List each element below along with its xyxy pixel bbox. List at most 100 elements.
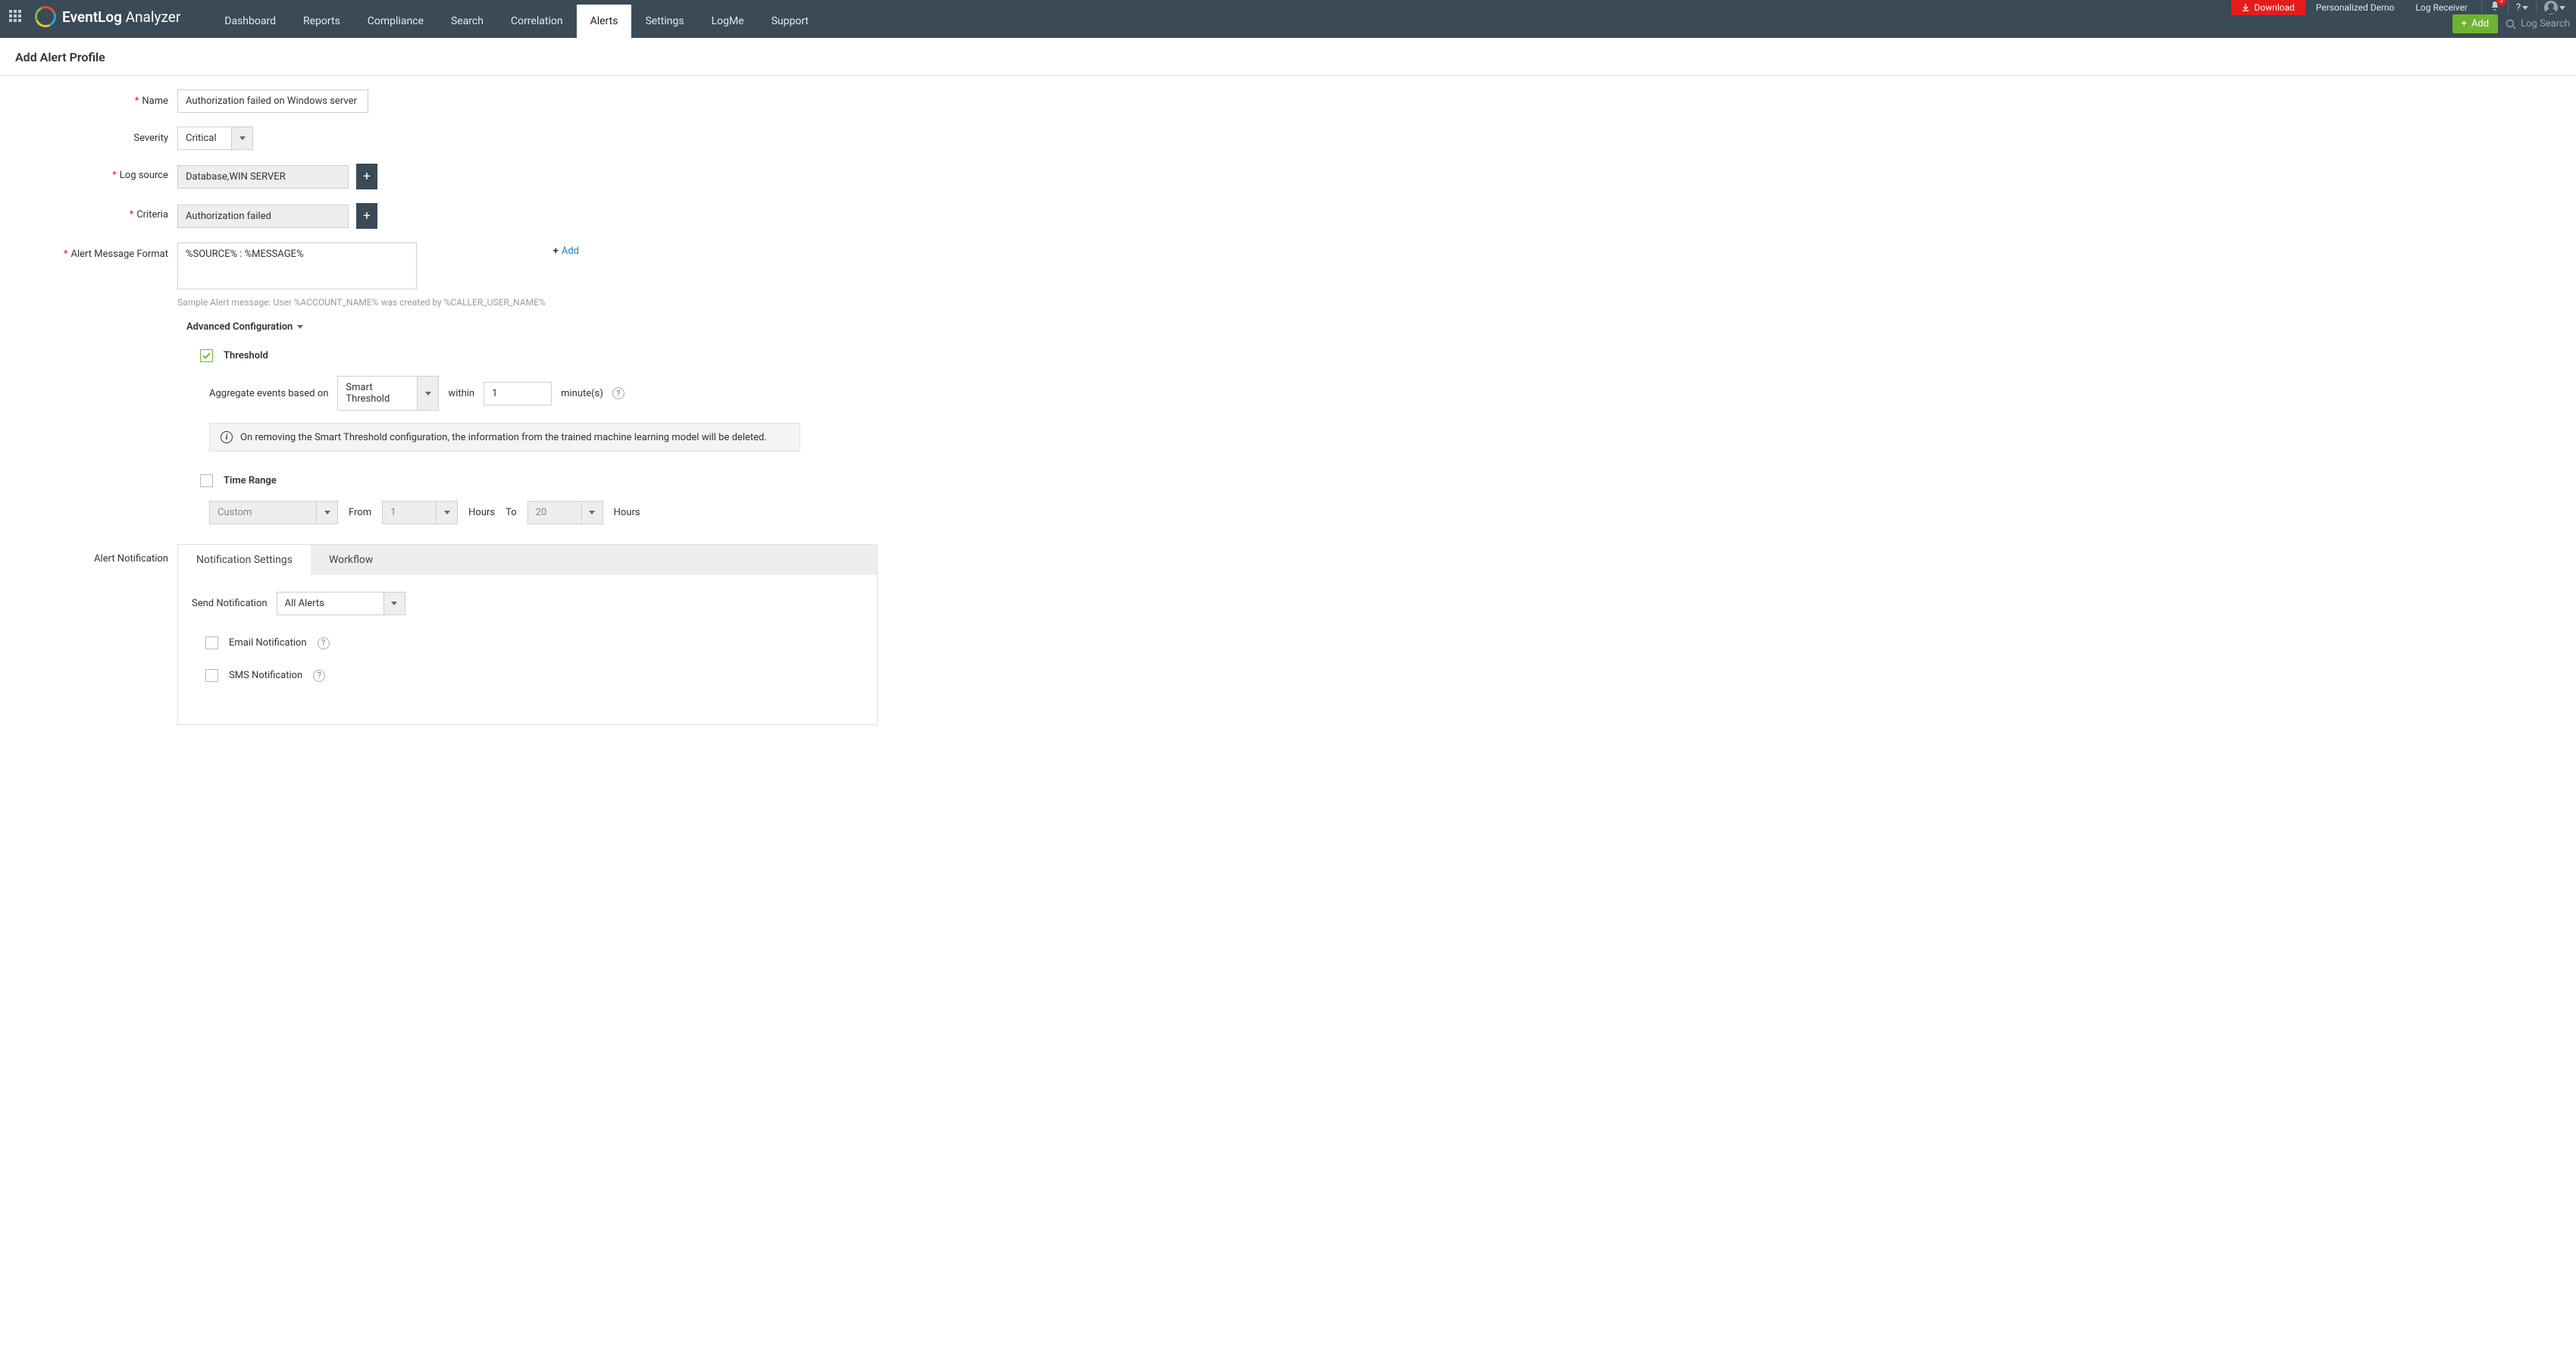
alert-profile-form: *Name Severity Critical *Log source Data… xyxy=(0,76,2576,755)
notifications-button[interactable]: 3 xyxy=(2485,0,2505,16)
timerange-label: Time Range xyxy=(224,475,277,486)
main-nav: Dashboard Reports Compliance Search Corr… xyxy=(211,5,822,38)
help-icon[interactable]: ? xyxy=(313,670,325,682)
log-search[interactable]: Log Search xyxy=(2506,18,2570,30)
help-icon[interactable]: ? xyxy=(612,387,624,399)
threshold-info: i On removing the Smart Threshold config… xyxy=(209,423,800,452)
within-minutes-input[interactable] xyxy=(484,382,552,405)
from-hour-value: 1 xyxy=(383,502,436,524)
plus-icon: + xyxy=(2462,18,2467,30)
to-hour-select[interactable]: 20 xyxy=(527,501,603,524)
info-icon: i xyxy=(221,431,233,443)
to-label: To xyxy=(505,507,517,518)
logsource-field[interactable]: Database,WIN SERVER xyxy=(177,165,349,189)
hours-label: Hours xyxy=(468,507,495,518)
apps-grid-icon[interactable] xyxy=(9,10,21,22)
demo-link[interactable]: Personalized Demo xyxy=(2305,0,2405,15)
separator xyxy=(2481,2,2482,14)
search-icon xyxy=(2506,19,2516,30)
timerange-mode-select[interactable]: Custom xyxy=(209,501,338,524)
separator xyxy=(2508,2,2509,14)
notif-badge: 3 xyxy=(2496,0,2506,5)
page-title: Add Alert Profile xyxy=(0,38,2576,76)
chevron-down-icon xyxy=(436,502,457,524)
add-field-link[interactable]: + Add xyxy=(553,245,579,257)
threshold-mode-select[interactable]: Smart Threshold xyxy=(337,376,439,411)
tab-workflow[interactable]: Workflow xyxy=(311,545,392,575)
message-format-textarea[interactable]: %SOURCE% : %MESSAGE% xyxy=(177,242,417,289)
nav-alerts[interactable]: Alerts xyxy=(577,5,632,38)
logo-text: EventLog Analyzer xyxy=(62,8,180,26)
chevron-down-icon xyxy=(231,127,252,149)
timerange-checkbox[interactable] xyxy=(200,474,213,487)
from-hour-select[interactable]: 1 xyxy=(382,501,458,524)
criteria-field[interactable]: Authorization failed xyxy=(177,205,349,228)
threshold-checkbox[interactable] xyxy=(200,349,213,362)
logo-swirl-icon xyxy=(32,3,59,30)
topbar: EventLog Analyzer Dashboard Reports Comp… xyxy=(0,0,2576,38)
nav-search[interactable]: Search xyxy=(437,5,497,38)
timerange-mode-value: Custom xyxy=(210,502,316,524)
logsource-add-button[interactable]: + xyxy=(356,164,377,189)
send-notification-label: Send Notification xyxy=(192,598,268,609)
top-right-actions: + Add Log Search xyxy=(2452,14,2570,33)
aggregate-label: Aggregate events based on xyxy=(209,388,328,399)
criteria-add-button[interactable]: + xyxy=(356,203,377,229)
minutes-label: minute(s) xyxy=(561,388,603,399)
plus-icon: + xyxy=(553,245,559,257)
msgfmt-label: *Alert Message Format xyxy=(0,242,177,260)
severity-select[interactable]: Critical xyxy=(177,127,253,150)
name-input[interactable] xyxy=(177,89,368,113)
chevron-down-icon xyxy=(2559,6,2565,10)
alert-notification-label: Alert Notification xyxy=(0,544,177,564)
to-hour-value: 20 xyxy=(528,502,581,524)
avatar-icon xyxy=(2544,1,2558,14)
user-menu[interactable] xyxy=(2540,0,2570,16)
download-button[interactable]: Download xyxy=(2231,0,2305,15)
log-receiver-link[interactable]: Log Receiver xyxy=(2405,0,2478,15)
nav-correlation[interactable]: Correlation xyxy=(497,5,577,38)
help-button[interactable]: ? xyxy=(2512,1,2533,15)
chevron-down-icon xyxy=(316,502,337,524)
plus-icon: + xyxy=(363,208,371,224)
tab-body: Send Notification All Alerts Email Notif… xyxy=(177,575,878,725)
search-placeholder: Log Search xyxy=(2521,18,2570,30)
advanced-config-toggle[interactable]: Advanced Configuration xyxy=(186,321,2576,333)
sample-message: Sample Alert message: User %ACCOUNT_NAME… xyxy=(177,297,546,308)
chevron-down-icon xyxy=(581,502,603,524)
nav-settings[interactable]: Settings xyxy=(631,5,697,38)
threshold-mode-value: Smart Threshold xyxy=(338,377,417,410)
check-icon xyxy=(202,352,211,360)
chevron-down-icon xyxy=(417,377,438,410)
send-notification-select[interactable]: All Alerts xyxy=(277,592,405,615)
chevron-down-icon xyxy=(297,325,303,329)
nav-logme[interactable]: LogMe xyxy=(698,5,758,38)
email-notification-label: Email Notification xyxy=(229,637,307,649)
email-notification-checkbox[interactable] xyxy=(205,636,218,649)
nav-reports[interactable]: Reports xyxy=(290,5,354,38)
chevron-down-icon xyxy=(383,593,405,614)
top-right-bar: Download Personalized Demo Log Receiver … xyxy=(2231,0,2570,15)
hours-label-2: Hours xyxy=(614,507,640,518)
threshold-label: Threshold xyxy=(224,350,268,361)
nav-support[interactable]: Support xyxy=(758,5,822,38)
separator xyxy=(2536,2,2537,14)
logsource-label: *Log source xyxy=(0,164,177,181)
plus-icon: + xyxy=(363,169,371,184)
severity-value: Critical xyxy=(178,127,231,149)
from-label: From xyxy=(349,507,371,518)
help-icon[interactable]: ? xyxy=(318,637,330,649)
sms-notification-checkbox[interactable] xyxy=(205,669,218,682)
send-notification-value: All Alerts xyxy=(277,593,383,614)
download-icon xyxy=(2242,4,2249,11)
chevron-down-icon xyxy=(2522,6,2528,10)
criteria-label: *Criteria xyxy=(0,203,177,220)
name-label: *Name xyxy=(0,89,177,107)
nav-dashboard[interactable]: Dashboard xyxy=(211,5,290,38)
nav-compliance[interactable]: Compliance xyxy=(354,5,437,38)
sms-notification-label: SMS Notification xyxy=(229,670,302,681)
tab-notification-settings[interactable]: Notification Settings xyxy=(178,545,311,575)
threshold-info-text: On removing the Smart Threshold configur… xyxy=(240,432,767,443)
product-logo[interactable]: EventLog Analyzer xyxy=(35,6,180,27)
add-button[interactable]: + Add xyxy=(2452,14,2499,33)
